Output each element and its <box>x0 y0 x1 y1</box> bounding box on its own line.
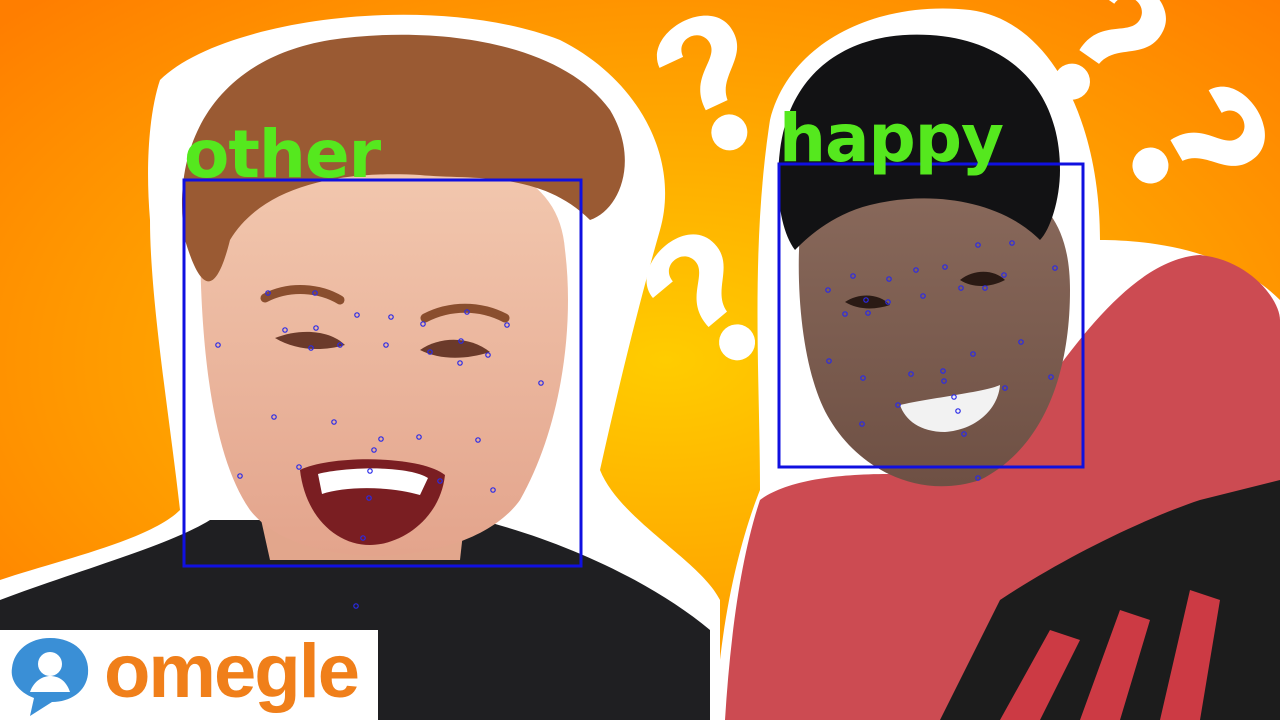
logo-wordmark: omegle <box>104 629 360 714</box>
detection-label-happy: happy <box>779 100 1004 177</box>
omegle-logo: omegle <box>0 630 378 720</box>
detection-label-other: other <box>184 116 381 193</box>
speech-bubble-figure-icon <box>11 638 89 716</box>
thumbnail-image: other happy omegle <box>0 0 1280 720</box>
scene-art <box>0 0 1280 720</box>
